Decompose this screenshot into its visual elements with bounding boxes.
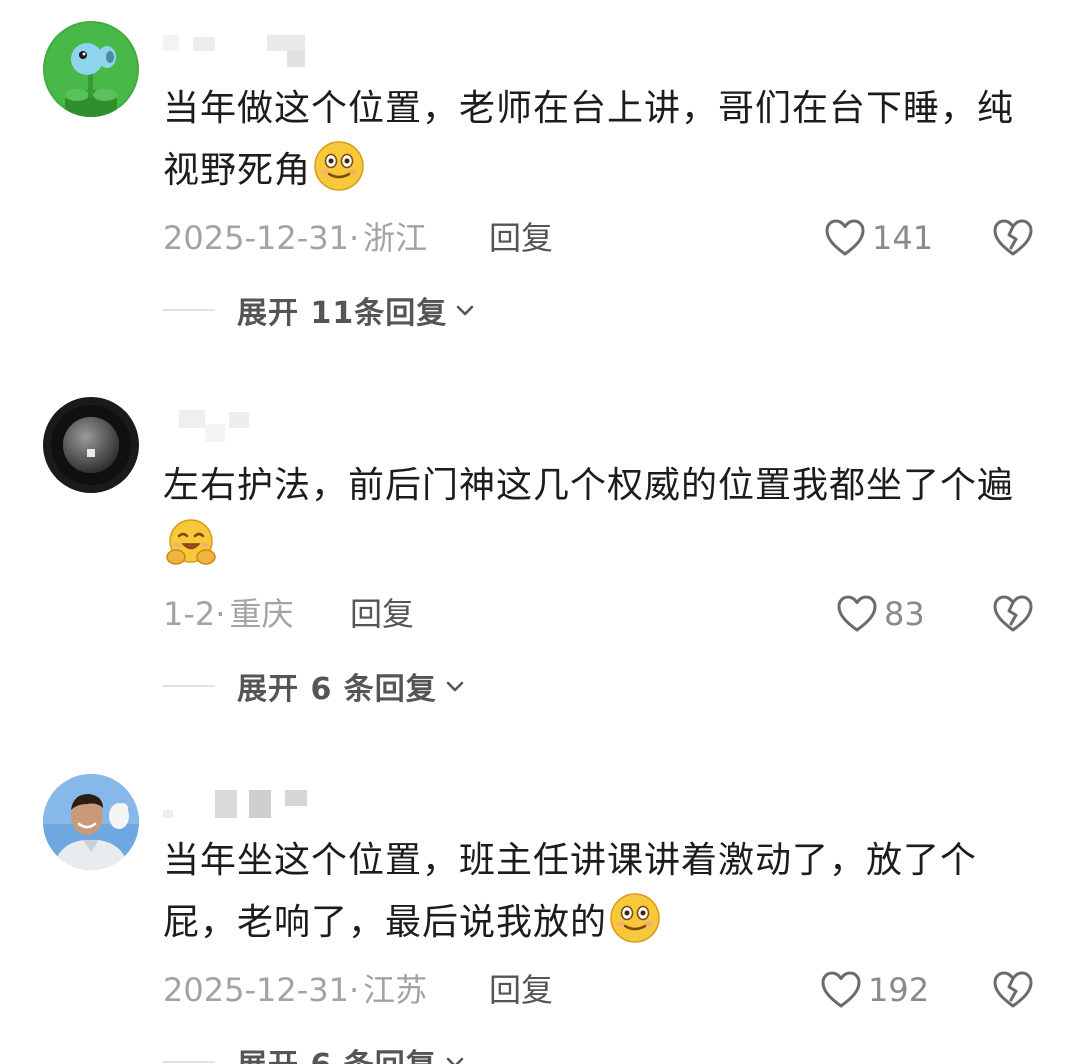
comment-text-content: 左右护法，前后门神这几个权威的位置我都坐了个遍 [163, 465, 1015, 506]
expand-replies-button[interactable]: 展开 6 条回复 [163, 664, 467, 708]
comment-date: 1-2· [163, 595, 226, 633]
reply-button[interactable]: 回复 [489, 968, 553, 1012]
avatar[interactable] [43, 774, 139, 870]
dark-planet-avatar-icon [43, 397, 139, 493]
comment-meta: 2025-12-31· 江苏 回复 [163, 968, 643, 1012]
avatar[interactable] [43, 21, 139, 117]
comment-location: 重庆 [229, 595, 294, 633]
divider [163, 685, 215, 687]
heart-icon [825, 219, 865, 256]
comment-meta: 2025-12-31· 浙江 回复 [163, 216, 643, 260]
comment-location: 江苏 [363, 971, 428, 1009]
like-count: 192 [868, 971, 930, 1009]
like-count: 141 [872, 219, 934, 257]
expand-replies-label: 展开 11条回复 [237, 296, 448, 331]
broken-heart-icon[interactable] [992, 218, 1034, 258]
comment-meta: 1-2· 重庆 回复 [163, 592, 463, 636]
divider [163, 1061, 215, 1063]
peashooter-avatar-icon [43, 21, 139, 117]
avatar[interactable] [43, 397, 139, 493]
username-redacted[interactable] [163, 410, 253, 446]
expand-replies-button[interactable]: 展开 6 条回复 [163, 1040, 467, 1064]
reply-button[interactable]: 回复 [489, 216, 553, 260]
expand-replies-label: 展开 6 条回复 [237, 1040, 437, 1064]
chevron-down-icon [456, 305, 474, 316]
chevron-down-icon [446, 681, 464, 692]
divider [163, 309, 215, 311]
like-button[interactable]: 141 [824, 216, 933, 260]
comment-list: 当年做这个位置，老师在台上讲，哥们在台下睡，纯视野死角 2025-12-31· 浙… [0, 0, 1080, 1064]
username-redacted[interactable] [163, 790, 313, 826]
like-button[interactable]: 83 [836, 592, 925, 636]
person-photo-avatar-icon [43, 774, 139, 870]
expand-replies-button[interactable]: 展开 11条回复 [163, 288, 477, 332]
comment-text: 当年做这个位置，老师在台上讲，哥们在台下睡，纯视野死角 [163, 78, 1043, 202]
comment-date: 2025-12-31· [163, 971, 360, 1009]
broken-heart-icon[interactable] [992, 970, 1034, 1010]
chevron-down-icon [446, 1057, 464, 1064]
comment-text: 当年坐这个位置，班主任讲课讲着激动了，放了个屁，老响了，最后说我放的 [163, 830, 1043, 954]
heart-icon [837, 595, 877, 632]
heart-icon [821, 971, 861, 1008]
comment-text-content: 当年坐这个位置，班主任讲课讲着激动了，放了个屁，老响了，最后说我放的 [163, 840, 978, 943]
comment-date: 2025-12-31· [163, 219, 360, 257]
broken-heart-icon[interactable] [992, 594, 1034, 634]
reply-button[interactable]: 回复 [350, 592, 414, 636]
comment-text-content: 当年做这个位置，老师在台上讲，哥们在台下睡，纯视野死角 [163, 88, 1015, 191]
like-button[interactable]: 192 [820, 968, 929, 1012]
like-count: 83 [884, 595, 925, 633]
expand-replies-label: 展开 6 条回复 [237, 672, 437, 707]
username-redacted[interactable] [163, 35, 313, 71]
comment-text: 左右护法，前后门神这几个权威的位置我都坐了个遍 [163, 455, 1043, 579]
comment-location: 浙江 [363, 219, 428, 257]
smiling-face-icon [609, 892, 661, 944]
smiling-face-icon [313, 140, 365, 192]
hugging-face-icon [165, 517, 217, 569]
